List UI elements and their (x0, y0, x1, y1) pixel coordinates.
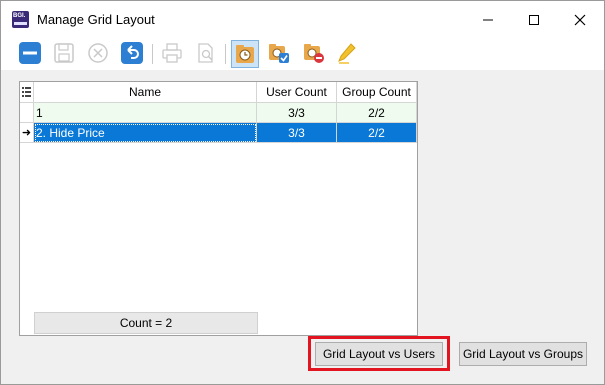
row-indicator (20, 103, 34, 123)
print-button[interactable] (160, 41, 184, 65)
column-header-user-count[interactable]: User Count (257, 82, 337, 103)
row-selector-header[interactable] (20, 82, 34, 103)
layout-button[interactable] (231, 40, 259, 68)
cell-group-count[interactable]: 2/2 (337, 123, 417, 143)
title-bar: BGI. Manage Grid Layout (1, 1, 604, 38)
minus-circle-icon (19, 42, 41, 64)
folder-remove-icon (304, 44, 324, 63)
toolbar-separator (225, 44, 226, 64)
close-button[interactable] (557, 1, 603, 38)
maximize-button[interactable] (511, 1, 557, 38)
cell-name[interactable]: 2. Hide Price (34, 123, 257, 143)
toolbar-separator (152, 44, 153, 64)
pencil-icon (338, 43, 356, 64)
cell-name[interactable]: 1 (34, 103, 257, 123)
current-row-arrow-icon: ➜ (20, 123, 34, 143)
layout-check-button[interactable] (267, 41, 291, 65)
manage-grid-layout-window: BGI. Manage Grid Layout Name User Count … (0, 0, 605, 385)
window-title: Manage Grid Layout (37, 12, 155, 27)
close-icon (574, 14, 586, 26)
grid-menu-icon (22, 87, 31, 97)
save-icon (54, 43, 74, 63)
toolbar (1, 38, 604, 70)
grid-layout-vs-groups-button[interactable]: Grid Layout vs Groups (459, 342, 587, 366)
remove-button[interactable] (18, 41, 42, 65)
print-preview-button[interactable] (194, 41, 218, 65)
grid-footer-count: Count = 2 (34, 312, 258, 334)
cell-user-count[interactable]: 3/3 (257, 123, 337, 143)
layout-remove-button[interactable] (302, 41, 326, 65)
cell-user-count[interactable]: 3/3 (257, 103, 337, 123)
undo-button[interactable] (120, 41, 144, 65)
minimize-icon (483, 19, 493, 21)
minimize-button[interactable] (465, 1, 511, 38)
undo-icon (121, 42, 143, 64)
folder-check-icon (269, 44, 289, 63)
cell-group-count[interactable]: 2/2 (337, 103, 417, 123)
highlight-annotation (308, 336, 450, 371)
print-preview-icon (198, 43, 213, 63)
column-header-name[interactable]: Name (34, 82, 257, 103)
cancel-button[interactable] (86, 41, 110, 65)
save-button[interactable] (52, 41, 76, 65)
column-header-group-count[interactable]: Group Count (337, 82, 417, 103)
edit-button[interactable] (335, 41, 359, 65)
clock-folder-icon (236, 45, 254, 63)
cancel-icon (88, 43, 108, 63)
layout-grid[interactable]: Name User Count Group Count 1 3/3 2/2 ➜ … (19, 81, 418, 336)
app-logo-icon: BGI. (12, 11, 29, 28)
print-icon (162, 43, 182, 63)
maximize-icon (529, 15, 539, 25)
